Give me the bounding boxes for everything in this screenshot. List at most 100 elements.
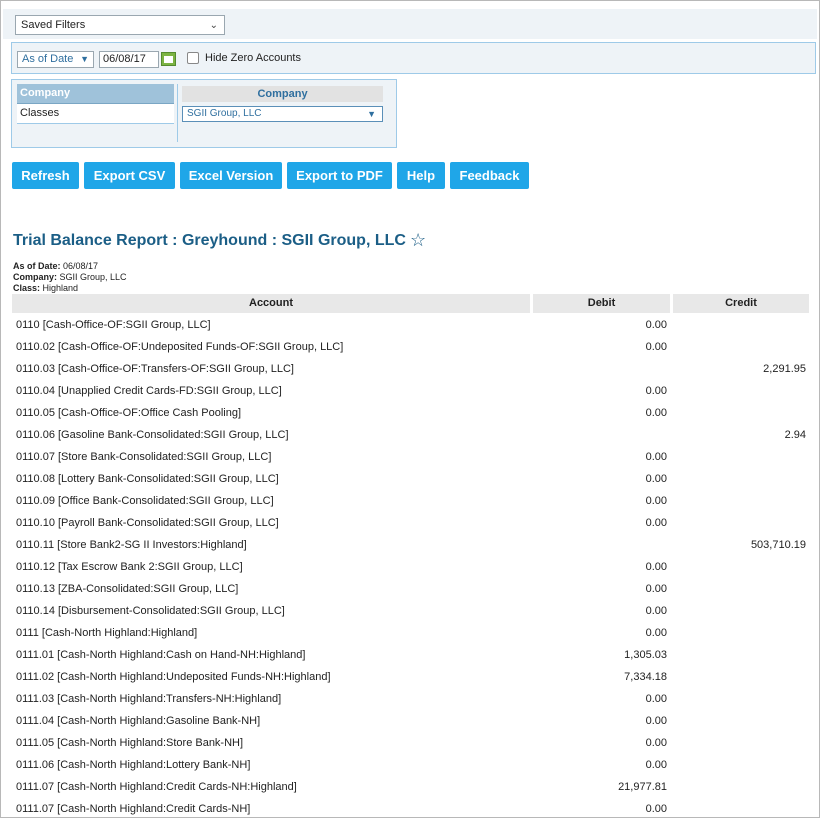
- column-header-debit[interactable]: Debit: [533, 294, 670, 313]
- account-cell[interactable]: 0110.13 [ZBA-Consolidated:SGII Group, LL…: [16, 583, 238, 595]
- account-cell[interactable]: 0110.14 [Disbursement-Consolidated:SGII …: [16, 605, 285, 617]
- hide-zero-accounts-label: Hide Zero Accounts: [205, 52, 301, 64]
- account-cell[interactable]: 0111.06 [Cash-North Highland:Lottery Ban…: [16, 759, 250, 771]
- column-header-account[interactable]: Account: [12, 294, 530, 313]
- debit-cell: 0.00: [645, 803, 667, 815]
- account-cell[interactable]: 0110 [Cash-Office-OF:SGII Group, LLC]: [16, 319, 211, 331]
- table-row: 0111.06 [Cash-North Highland:Lottery Ban…: [12, 754, 809, 776]
- refresh-button[interactable]: Refresh: [12, 162, 79, 189]
- as-of-label: As of Date:: [13, 261, 61, 271]
- account-cell[interactable]: 0111.04 [Cash-North Highland:Gasoline Ba…: [16, 715, 260, 727]
- company-value: SGII Group, LLC: [59, 272, 127, 282]
- table-row: 0110.04 [Unapplied Credit Cards-FD:SGII …: [12, 380, 809, 402]
- table-row: 0110.07 [Store Bank-Consolidated:SGII Gr…: [12, 446, 809, 468]
- saved-filters-label: Saved Filters: [21, 19, 86, 31]
- table-row: 0110.12 [Tax Escrow Bank 2:SGII Group, L…: [12, 556, 809, 578]
- account-cell[interactable]: 0110.08 [Lottery Bank-Consolidated:SGII …: [16, 473, 279, 485]
- company-select-value: SGII Group, LLC: [187, 108, 262, 119]
- chevron-down-icon: ▼: [367, 109, 376, 119]
- account-cell[interactable]: 0110.04 [Unapplied Credit Cards-FD:SGII …: [16, 385, 282, 397]
- dimension-header: Company: [182, 86, 383, 102]
- account-cell[interactable]: 0111.02 [Cash-North Highland:Undeposited…: [16, 671, 331, 683]
- hide-zero-accounts-checkbox[interactable]: [187, 52, 199, 64]
- table-row: 0110.08 [Lottery Bank-Consolidated:SGII …: [12, 468, 809, 490]
- account-cell[interactable]: 0110.12 [Tax Escrow Bank 2:SGII Group, L…: [16, 561, 243, 573]
- table-row: 0111.02 [Cash-North Highland:Undeposited…: [12, 666, 809, 688]
- table-row: 0111.05 [Cash-North Highland:Store Bank-…: [12, 732, 809, 754]
- account-cell[interactable]: 0110.02 [Cash-Office-OF:Undeposited Fund…: [16, 341, 343, 353]
- account-cell[interactable]: 0111.07 [Cash-North Highland:Credit Card…: [16, 781, 297, 793]
- report-window: Saved Filters ⌄ As of Date ▼ 06/08/17 Hi…: [0, 0, 820, 818]
- table-row: 0111 [Cash-North Highland:Highland] 0.00: [12, 622, 809, 644]
- debit-cell: 21,977.81: [618, 781, 667, 793]
- calendar-icon[interactable]: [161, 52, 176, 66]
- debit-cell: 0.00: [645, 451, 667, 463]
- account-cell[interactable]: 0110.05 [Cash-Office-OF:Office Cash Pool…: [16, 407, 241, 419]
- table-row: 0111.01 [Cash-North Highland:Cash on Han…: [12, 644, 809, 666]
- table-row: 0110.13 [ZBA-Consolidated:SGII Group, LL…: [12, 578, 809, 600]
- excel-version-button[interactable]: Excel Version: [180, 162, 282, 189]
- debit-cell: 1,305.03: [624, 649, 667, 661]
- account-cell[interactable]: 0110.09 [Office Bank-Consolidated:SGII G…: [16, 495, 274, 507]
- table-row: 0110.14 [Disbursement-Consolidated:SGII …: [12, 600, 809, 622]
- as-of-date-input[interactable]: 06/08/17: [99, 51, 159, 68]
- export-csv-button[interactable]: Export CSV: [84, 162, 175, 189]
- table-row: 0111.03 [Cash-North Highland:Transfers-N…: [12, 688, 809, 710]
- class-label: Class:: [13, 283, 41, 293]
- account-cell[interactable]: 0110.11 [Store Bank2-SG II Investors:Hig…: [16, 539, 247, 551]
- dimension-filter-panel: Company Classes Company SGII Group, LLC …: [11, 79, 397, 148]
- account-cell[interactable]: 0111.03 [Cash-North Highland:Transfers-N…: [16, 693, 281, 705]
- debit-cell: 0.00: [645, 341, 667, 353]
- date-filter-panel: As of Date ▼ 06/08/17 Hide Zero Accounts: [11, 42, 816, 74]
- table-row: 0110 [Cash-Office-OF:SGII Group, LLC] 0.0…: [12, 314, 809, 336]
- dimension-item-classes[interactable]: Classes: [17, 104, 174, 124]
- debit-cell: 7,334.18: [624, 671, 667, 683]
- chevron-down-icon: ⌄: [209, 20, 218, 31]
- export-pdf-button[interactable]: Export to PDF: [287, 162, 392, 189]
- debit-cell: 0.00: [645, 473, 667, 485]
- debit-cell: 0.00: [645, 737, 667, 749]
- debit-cell: 0.00: [645, 319, 667, 331]
- debit-cell: 0.00: [645, 385, 667, 397]
- account-cell[interactable]: 0110.10 [Payroll Bank-Consolidated:SGII …: [16, 517, 279, 529]
- column-header-credit[interactable]: Credit: [673, 294, 809, 313]
- table-body: 0110 [Cash-Office-OF:SGII Group, LLC] 0.0…: [12, 314, 809, 817]
- dimension-item-company[interactable]: Company: [17, 84, 174, 104]
- credit-cell: 2,291.95: [763, 363, 806, 375]
- table-row: 0111.04 [Cash-North Highland:Gasoline Ba…: [12, 710, 809, 732]
- feedback-button[interactable]: Feedback: [450, 162, 529, 189]
- debit-cell: 0.00: [645, 517, 667, 529]
- debit-cell: 0.00: [645, 583, 667, 595]
- table-header: Account Debit Credit: [12, 294, 809, 313]
- account-cell[interactable]: 0110.06 [Gasoline Bank-Consolidated:SGII…: [16, 429, 289, 441]
- table-row: 0111.07 [Cash-North Highland:Credit Card…: [12, 798, 809, 817]
- company-label: Company:: [13, 272, 58, 282]
- table-row: 0111.07 [Cash-North Highland:Credit Card…: [12, 776, 809, 798]
- class-value: Highland: [42, 283, 79, 293]
- account-cell[interactable]: 0110.07 [Store Bank-Consolidated:SGII Gr…: [16, 451, 271, 463]
- table-row: 0110.11 [Store Bank2-SG II Investors:Hig…: [12, 534, 809, 556]
- star-icon[interactable]: ☆: [410, 230, 426, 251]
- account-cell[interactable]: 0111.01 [Cash-North Highland:Cash on Han…: [16, 649, 305, 661]
- company-meta: Company: SGII Group, LLC: [13, 272, 127, 283]
- table-row: 0110.10 [Payroll Bank-Consolidated:SGII …: [12, 512, 809, 534]
- help-button[interactable]: Help: [397, 162, 445, 189]
- credit-cell: 503,710.19: [750, 539, 806, 551]
- as-of-value: 06/08/17: [63, 261, 99, 271]
- debit-cell: 0.00: [645, 561, 667, 573]
- dimension-divider: [177, 84, 178, 142]
- account-cell[interactable]: 0110.03 [Cash-Office-OF:Transfers-OF:SGI…: [16, 363, 294, 375]
- account-cell[interactable]: 0111 [Cash-North Highland:Highland]: [16, 627, 197, 639]
- account-cell[interactable]: 0111.07 [Cash-North Highland:Credit Card…: [16, 803, 250, 815]
- saved-filters-select[interactable]: Saved Filters ⌄: [15, 15, 225, 35]
- chevron-down-icon: ▼: [80, 54, 89, 64]
- table-row: 0110.02 [Cash-Office-OF:Undeposited Fund…: [12, 336, 809, 358]
- date-type-select[interactable]: As of Date ▼: [17, 51, 94, 68]
- class-meta: Class: Highland: [13, 283, 78, 294]
- debit-cell: 0.00: [645, 495, 667, 507]
- table-row: 0110.09 [Office Bank-Consolidated:SGII G…: [12, 490, 809, 512]
- table-row: 0110.03 [Cash-Office-OF:Transfers-OF:SGI…: [12, 358, 809, 380]
- account-cell[interactable]: 0111.05 [Cash-North Highland:Store Bank-…: [16, 737, 243, 749]
- company-select[interactable]: SGII Group, LLC ▼: [182, 106, 383, 122]
- table-row: 0110.06 [Gasoline Bank-Consolidated:SGII…: [12, 424, 809, 446]
